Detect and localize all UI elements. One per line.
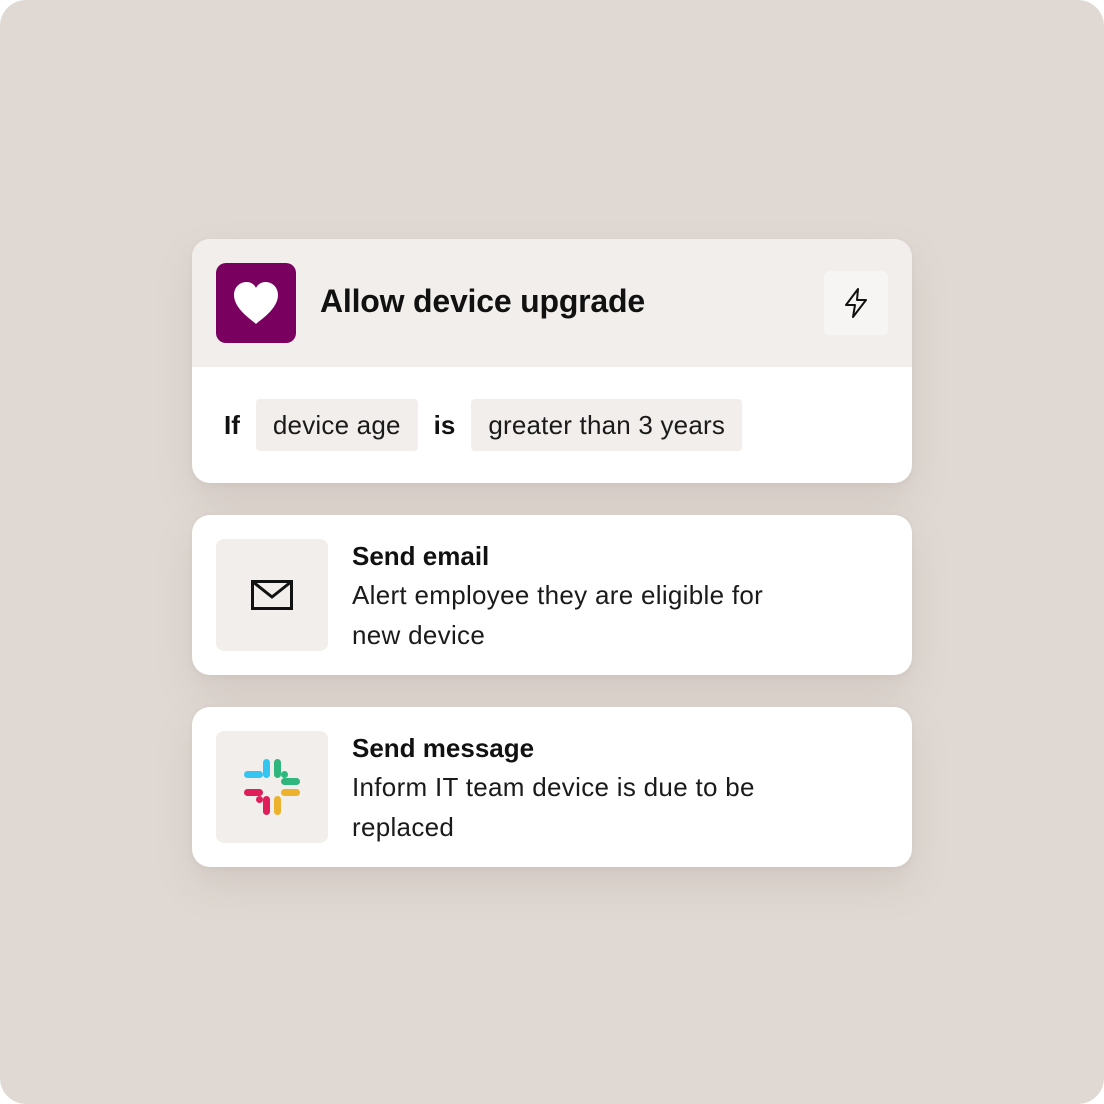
- if-label: If: [224, 409, 240, 440]
- condition-value-chip[interactable]: greater than 3 years: [471, 399, 743, 451]
- canvas-background: Allow device upgrade If device age is gr…: [0, 0, 1104, 1104]
- action-title: Send email: [352, 541, 490, 571]
- slack-icon: [216, 731, 328, 843]
- lightning-bolt-button[interactable]: [824, 271, 888, 335]
- condition-field-chip[interactable]: device age: [255, 399, 418, 451]
- condition-row: If device age is greater than 3 years: [224, 399, 743, 451]
- send-email-card[interactable]: Send email Alert employee they are eligi…: [192, 515, 912, 675]
- action-title: Send message: [352, 733, 535, 763]
- mail-icon: [216, 539, 328, 651]
- trigger-title: Allow device upgrade: [320, 283, 645, 319]
- action-description: Inform IT team device is due to be repla…: [352, 772, 755, 842]
- operator-label: is: [433, 409, 456, 440]
- send-message-card[interactable]: Send message Inform IT team device is du…: [192, 707, 912, 867]
- heart-icon: [216, 263, 296, 343]
- trigger-header: Allow device upgrade: [192, 239, 912, 367]
- trigger-card[interactable]: Allow device upgrade If device age is gr…: [192, 239, 912, 483]
- lightning-bolt-icon: [845, 288, 867, 318]
- action-description: Alert employee they are eligible for new…: [352, 580, 764, 650]
